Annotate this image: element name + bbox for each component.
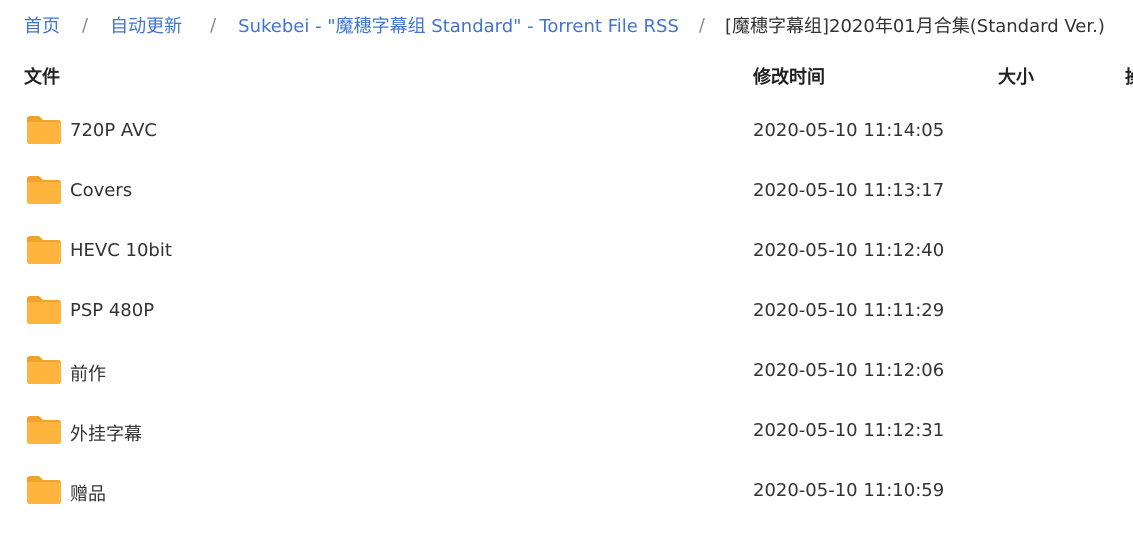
breadcrumb-auto-update-link[interactable]: 自动更新 [110, 12, 182, 38]
folder-icon [27, 356, 61, 384]
breadcrumb: 首页 / 自动更新 / Sukebei - "魔穗字幕组 Standard" -… [24, 12, 1105, 38]
column-header-name[interactable]: 文件 [24, 63, 60, 89]
breadcrumb-home-link[interactable]: 首页 [24, 12, 60, 38]
file-browser-page: 首页 / 自动更新 / Sukebei - "魔穗字幕组 Standard" -… [0, 0, 1133, 541]
table-row[interactable]: 外挂字幕 2020-05-10 11:12:31 [0, 400, 1133, 460]
folder-icon [27, 116, 61, 144]
folder-icon [27, 236, 61, 264]
file-name-link[interactable]: Covers [70, 180, 132, 201]
file-name-link[interactable]: 前作 [70, 360, 106, 386]
table-row[interactable]: 前作 2020-05-10 11:12:06 [0, 340, 1133, 400]
breadcrumb-separator: / [698, 14, 705, 36]
modified-time: 2020-05-10 11:14:05 [753, 120, 945, 141]
modified-time: 2020-05-10 11:12:40 [753, 240, 945, 261]
file-name-link[interactable]: PSP 480P [70, 300, 154, 321]
breadcrumb-current-folder: [魔穗字幕组]2020年01月合集(Standard Ver.) [724, 16, 1105, 37]
modified-time: 2020-05-10 11:12:31 [753, 420, 945, 441]
folder-icon [27, 296, 61, 324]
breadcrumb-separator: / [210, 14, 217, 36]
column-header-size[interactable]: 大小 [998, 63, 1034, 89]
table-header: 文件 修改时间 大小 操 [0, 60, 1133, 90]
modified-time: 2020-05-10 11:10:59 [753, 480, 945, 501]
folder-icon [27, 476, 61, 504]
folder-icon [27, 416, 61, 444]
modified-time: 2020-05-10 11:12:06 [753, 360, 945, 381]
file-name-link[interactable]: HEVC 10bit [70, 240, 172, 261]
column-header-action: 操 [1125, 63, 1133, 89]
breadcrumb-separator: / [82, 14, 89, 36]
table-row[interactable]: 720P AVC 2020-05-10 11:14:05 [0, 100, 1133, 160]
table-row[interactable]: PSP 480P 2020-05-10 11:11:29 [0, 280, 1133, 340]
table-row[interactable]: 赠品 2020-05-10 11:10:59 [0, 460, 1133, 520]
column-header-modified-time[interactable]: 修改时间 [753, 63, 825, 89]
table-row[interactable]: HEVC 10bit 2020-05-10 11:12:40 [0, 220, 1133, 280]
modified-time: 2020-05-10 11:11:29 [753, 300, 945, 321]
modified-time: 2020-05-10 11:13:17 [753, 180, 945, 201]
file-name-link[interactable]: 外挂字幕 [70, 420, 142, 446]
breadcrumb-rss-feed-link[interactable]: Sukebei - "魔穗字幕组 Standard" - Torrent Fil… [238, 12, 679, 38]
file-name-link[interactable]: 720P AVC [70, 120, 157, 141]
folder-icon [27, 176, 61, 204]
file-list: 720P AVC 2020-05-10 11:14:05 Covers 2020… [0, 100, 1133, 520]
table-row[interactable]: Covers 2020-05-10 11:13:17 [0, 160, 1133, 220]
file-name-link[interactable]: 赠品 [70, 480, 106, 506]
